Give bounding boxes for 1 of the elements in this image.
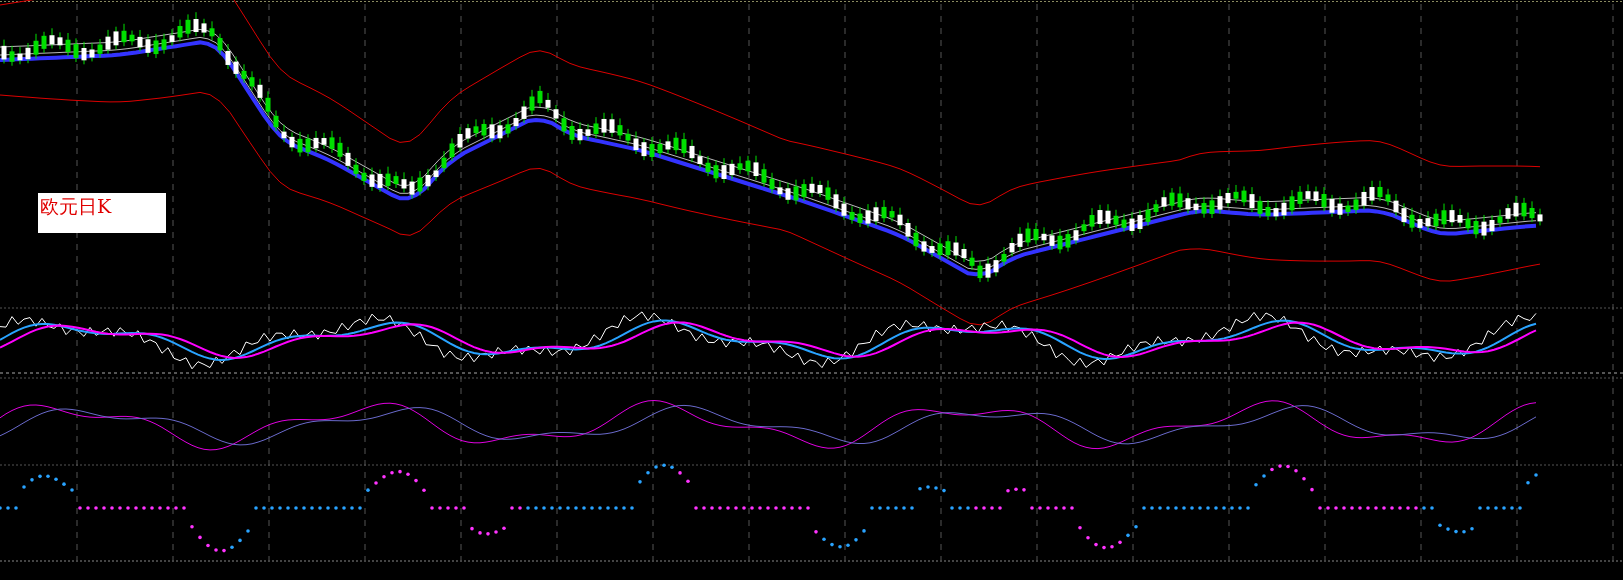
chart-label: 欧元日K xyxy=(38,193,166,233)
